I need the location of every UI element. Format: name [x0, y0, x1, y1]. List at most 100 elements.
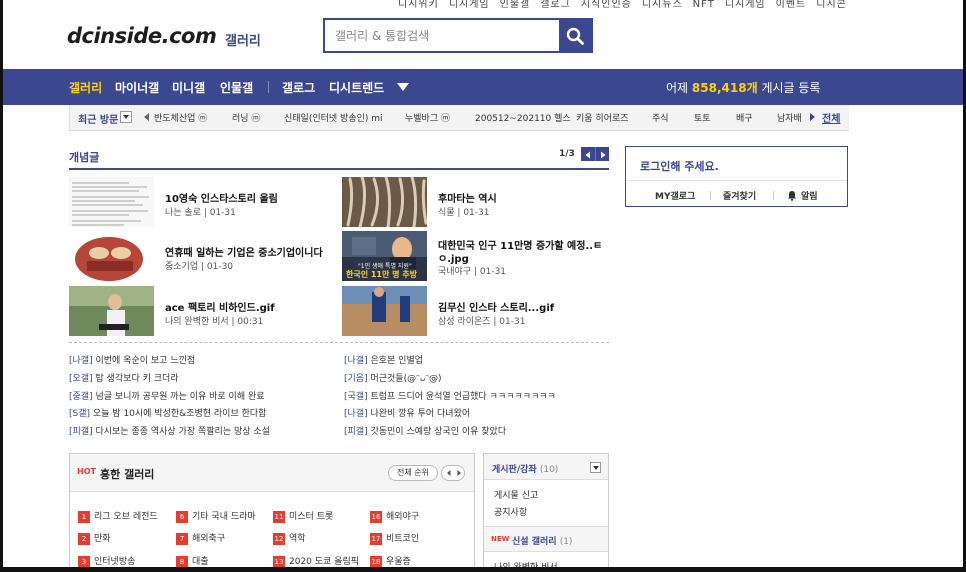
my-gallog-link[interactable]: MY갤로그 [655, 189, 695, 202]
recent-item[interactable]: 러닝 ⓜ [232, 111, 260, 124]
top-link[interactable]: 갤로그 [540, 0, 571, 10]
search-input[interactable] [325, 20, 561, 51]
nav-item-trend[interactable]: 디시트렌드 [329, 79, 384, 96]
recent-item[interactable]: 토토 [694, 111, 711, 124]
nav-item-minor[interactable]: 마이너갤 [115, 79, 159, 96]
card-title-line2[interactable]: ㅇ.jpg [438, 250, 469, 265]
board-link[interactable]: 게시물 신고 [494, 488, 538, 501]
recent-all-link[interactable]: 전체 [822, 110, 840, 125]
top-link[interactable]: 인물갤 [500, 0, 531, 10]
hot-item-name: 기타 국내 드라마 [192, 512, 256, 522]
concept-card[interactable]: "1인 생애 특별 지원" 한국인 11만 명 추방 대한민국 인구 11만명 … [342, 231, 612, 284]
hot-item[interactable]: 3 인터넷방송 [78, 554, 135, 567]
recent-label: 최근 방문 [78, 115, 119, 126]
rank-number: 2 [78, 532, 90, 545]
board-link[interactable]: 공지사항 [494, 505, 527, 518]
top-link[interactable]: 디시게임 [725, 0, 766, 10]
board-dropdown-icon[interactable] [590, 462, 601, 473]
concept-next-button[interactable] [595, 147, 609, 161]
nav-item-gallog[interactable]: 갤로그 [282, 79, 315, 96]
post-link[interactable]: [오갤] 탑 생각보다 키 크더라 [69, 371, 179, 384]
concept-card[interactable]: 10영숙 인스타스토리 올림 나는 솔로 | 01-31 [69, 177, 339, 230]
hot-item[interactable]: 2 만화 [78, 531, 111, 545]
concept-card[interactable]: 김무신 인스타 스토리...gif 삼성 라이온즈 | 01-31 [342, 286, 612, 339]
hot-item[interactable]: 6 기타 국내 드라마 [176, 509, 256, 523]
card-title[interactable]: 10영숙 인스타스토리 올림 [165, 190, 278, 205]
post-link[interactable]: [나갤] 나완비 깡유 투어 다녀왔어 [344, 406, 470, 419]
post-link[interactable]: [S갤] 오늘 밤 10시에 박성한&조병현 라이브 한다함 [69, 406, 266, 419]
recent-visits-bar: 최근 방문 반도체산업 ⓜ 러닝 ⓜ 신태일(인터넷 방송인) mi 누벨바그 … [69, 105, 849, 131]
hot-item[interactable]: 7 해외축구 [176, 531, 225, 545]
logo-gallery-label[interactable]: 갤러리 [225, 30, 261, 49]
top-link[interactable]: 지식인인증 [581, 0, 632, 10]
hot-item[interactable]: 17 비트코인 [370, 531, 419, 545]
rank-number: 7 [176, 532, 188, 545]
top-link[interactable]: NFT [693, 0, 715, 10]
recent-dropdown-icon[interactable] [120, 111, 132, 123]
post-title: 이번에 옥순이 보고 느낀점 [95, 356, 196, 366]
post-link[interactable]: [국갤] 트럼프 드디어 윤석열 언급했다 ㅋㅋㅋㅋㅋㅋㅋㅋ [344, 389, 556, 402]
next-arrow-icon[interactable] [810, 113, 815, 121]
concept-card[interactable]: 연휴때 일하는 기업은 중소기업이니다 중소기업 | 01-30 [69, 231, 339, 284]
post-link[interactable]: [피갤] 갓동민이 스예랑 상국인 이유 찾았다 [344, 424, 506, 437]
new-gallery-link[interactable]: 나의 완벽한 비서 [494, 560, 558, 567]
rank-number: 17 [370, 532, 382, 545]
login-prompt[interactable]: 로그인해 주세요. [640, 158, 719, 174]
next-arrow-icon[interactable] [454, 468, 464, 478]
card-title[interactable]: 김무신 인스타 스토리...gif [438, 299, 554, 314]
hot-badge: HOT [77, 467, 96, 476]
post-tag: [피갤] [69, 427, 93, 437]
top-link[interactable]: 디시뉴스 [642, 0, 683, 10]
hot-item[interactable]: 8 대출 [176, 554, 209, 567]
recent-item[interactable]: 누벨바그 ⓜ [405, 111, 450, 124]
post-link[interactable]: [중갤] 넘글 보니까 공무원 까는 이유 바로 이해 완료 [69, 389, 265, 402]
hot-item[interactable]: 11 미스터 트롯 [273, 509, 333, 523]
recent-item[interactable]: 신태일(인터넷 방송인) mi [284, 111, 383, 124]
recent-item[interactable]: 주식 [652, 111, 669, 124]
post-link[interactable]: [나갤] 이번에 옥순이 보고 느낀점 [69, 353, 195, 366]
concept-prev-button[interactable] [581, 147, 595, 161]
recent-item[interactable]: 배구 [736, 111, 753, 124]
card-title[interactable]: ace 팩토리 비하인드.gif [165, 299, 275, 314]
search-button[interactable] [559, 20, 591, 51]
hot-item[interactable]: 18 우울증 [370, 554, 411, 567]
nav-item-gallery[interactable]: 갤러리 [69, 79, 102, 96]
top-link[interactable]: 디시위키 [398, 0, 439, 10]
notification-link[interactable]: 알림 [801, 189, 818, 202]
concept-card[interactable]: ace 팩토리 비하인드.gif 나의 완벽한 비서 | 00:31 [69, 286, 339, 339]
visit-stat: 어제 858,418개 게시글 등록 [666, 79, 820, 96]
rank-number: 12 [273, 532, 285, 545]
concept-title[interactable]: 개념글 [69, 149, 99, 165]
prev-arrow-icon[interactable] [144, 113, 149, 121]
login-links: MY갤로그 즐겨찾기 알림 [626, 180, 847, 207]
recent-item[interactable]: 반도체산업 ⓜ [154, 111, 207, 124]
favorites-link[interactable]: 즐겨찾기 [723, 189, 756, 202]
concept-card[interactable]: 후마타는 역시 식물 | 01-31 [342, 177, 612, 230]
main-nav: 갤러리 마이너갤 미니갤 인물갤 갤로그 디시트렌드 어제 858,418개 게… [3, 69, 963, 105]
nav-item-mini[interactable]: 미니갤 [172, 79, 205, 96]
card-title[interactable]: 연휴때 일하는 기업은 중소기업이니다 [165, 244, 323, 259]
top-link[interactable]: 이벤트 [776, 0, 807, 10]
new-badge: NEW [491, 535, 510, 543]
recent-item[interactable]: 남자배 [777, 111, 802, 124]
top-link[interactable]: 디시콘 [816, 0, 847, 10]
top-link[interactable]: 디시게임 [449, 0, 490, 10]
nav-item-person[interactable]: 인물갤 [220, 79, 253, 96]
hot-item[interactable]: 1 리그 오브 레전드 [78, 509, 158, 523]
chevron-down-icon[interactable] [397, 83, 409, 91]
recent-item[interactable]: 키움 히어로즈 [576, 111, 629, 124]
post-tag: [국갤] [344, 392, 368, 402]
hot-pager[interactable] [441, 465, 465, 481]
full-rank-button[interactable]: 전체 순위 [388, 465, 438, 481]
recent-item[interactable]: 200512~202110 헬스 [475, 111, 571, 124]
hot-item[interactable]: 12 역학 [273, 531, 306, 545]
post-link[interactable]: [피갤] 다시보는 종종 역사상 가장 쪽팔리는 망상 소설 [69, 424, 270, 437]
post-link[interactable]: [기음] 머근것들(@ᵔᴗᵔ@) [344, 371, 442, 384]
hot-item[interactable]: 16 해외야구 [370, 509, 419, 523]
board-title-text: 게시판/강좌 [492, 465, 537, 475]
hot-item[interactable]: 13 2020 도쿄 올림픽 [273, 554, 359, 567]
prev-arrow-icon[interactable] [444, 468, 454, 478]
card-title[interactable]: 후마타는 역시 [438, 190, 497, 205]
site-logo[interactable]: dcinside.com [67, 24, 217, 48]
post-link[interactable]: [나갤] 은호본 인별업 [344, 353, 423, 366]
